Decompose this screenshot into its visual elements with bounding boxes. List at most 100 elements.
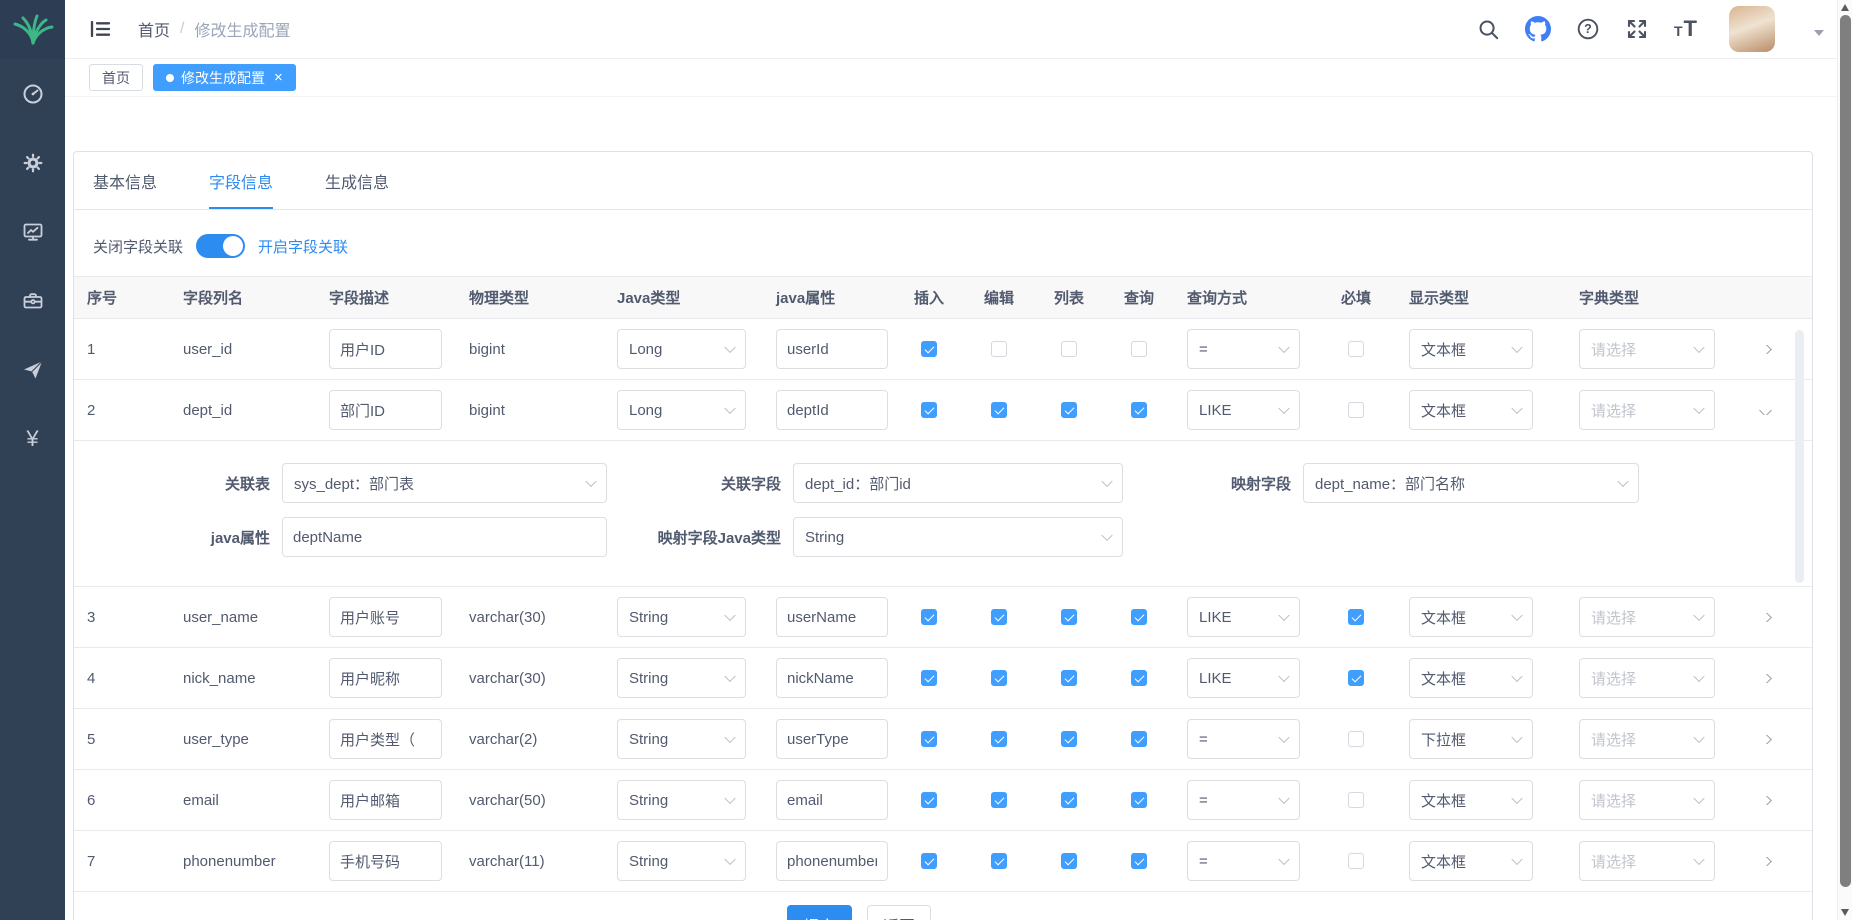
query-checkbox[interactable] (1131, 792, 1147, 808)
edit-checkbox[interactable] (991, 402, 1007, 418)
required-checkbox[interactable] (1348, 731, 1364, 747)
java-type-select[interactable]: String (617, 658, 746, 698)
mapping-java-type-select[interactable]: String (793, 517, 1123, 557)
java-type-select[interactable]: Long (617, 390, 746, 430)
field-desc-input[interactable] (329, 780, 442, 820)
query-checkbox[interactable] (1131, 402, 1147, 418)
java-type-select[interactable]: Long (617, 329, 746, 369)
expand-row-chevron-icon[interactable] (1759, 735, 1772, 744)
list-checkbox[interactable] (1061, 792, 1077, 808)
edit-checkbox[interactable] (991, 731, 1007, 747)
field-desc-input[interactable] (329, 658, 442, 698)
expand-row-chevron-icon[interactable] (1759, 345, 1772, 354)
field-desc-input[interactable] (329, 597, 442, 637)
required-checkbox[interactable] (1348, 853, 1364, 869)
sidebar-item-dashboard[interactable] (0, 59, 65, 128)
fullscreen-icon[interactable] (1625, 17, 1649, 41)
list-checkbox[interactable] (1061, 609, 1077, 625)
sidebar-item-system[interactable] (0, 128, 65, 197)
java-field-input[interactable] (776, 658, 888, 698)
caret-down-icon[interactable] (1814, 30, 1824, 41)
dict-type-select[interactable]: 请选择 (1579, 390, 1715, 430)
list-checkbox[interactable] (1061, 731, 1077, 747)
display-type-select[interactable]: 文本框 (1409, 390, 1533, 430)
query-type-select[interactable]: LIKE (1187, 658, 1300, 698)
field-desc-input[interactable] (329, 841, 442, 881)
query-type-select[interactable]: = (1187, 719, 1300, 759)
display-type-select[interactable]: 文本框 (1409, 597, 1533, 637)
java-field-input[interactable] (776, 597, 888, 637)
query-type-select[interactable]: = (1187, 841, 1300, 881)
github-icon[interactable] (1525, 16, 1551, 42)
sidebar-item-tools[interactable] (0, 266, 65, 335)
field-desc-input[interactable] (329, 329, 442, 369)
dict-type-select[interactable]: 请选择 (1579, 780, 1715, 820)
user-avatar[interactable] (1729, 6, 1775, 52)
app-logo[interactable] (0, 0, 65, 59)
expand-row-chevron-icon[interactable] (1759, 674, 1772, 683)
tag-home[interactable]: 首页 (89, 64, 143, 91)
edit-checkbox[interactable] (991, 792, 1007, 808)
expand-row-chevron-icon[interactable] (1759, 613, 1772, 622)
dict-type-select[interactable]: 请选择 (1579, 841, 1715, 881)
query-checkbox[interactable] (1131, 731, 1147, 747)
dict-type-select[interactable]: 请选择 (1579, 658, 1715, 698)
required-checkbox[interactable] (1348, 402, 1364, 418)
dict-type-select[interactable]: 请选择 (1579, 329, 1715, 369)
java-type-select[interactable]: String (617, 841, 746, 881)
display-type-select[interactable]: 文本框 (1409, 658, 1533, 698)
sidebar-item-monitor[interactable] (0, 197, 65, 266)
java-field-input[interactable] (776, 841, 888, 881)
breadcrumb-home[interactable]: 首页 (138, 17, 170, 41)
scrollbar-down-icon[interactable] (1841, 909, 1849, 916)
scrollbar-up-icon[interactable] (1841, 4, 1849, 11)
insert-checkbox[interactable] (921, 670, 937, 686)
back-button[interactable]: 返回 (867, 905, 931, 920)
table-inner-scrollbar-thumb[interactable] (1795, 330, 1804, 583)
close-tag-icon[interactable]: × (274, 70, 283, 85)
required-checkbox[interactable] (1348, 670, 1364, 686)
java-field-input[interactable] (776, 780, 888, 820)
field-desc-input[interactable] (329, 390, 442, 430)
query-checkbox[interactable] (1131, 609, 1147, 625)
display-type-select[interactable]: 文本框 (1409, 780, 1533, 820)
insert-checkbox[interactable] (921, 792, 937, 808)
required-checkbox[interactable] (1348, 341, 1364, 357)
edit-checkbox[interactable] (991, 670, 1007, 686)
java-field-input[interactable] (776, 329, 888, 369)
query-checkbox[interactable] (1131, 341, 1147, 357)
java-field-input[interactable] (776, 390, 888, 430)
query-type-select[interactable]: LIKE (1187, 597, 1300, 637)
field-desc-input[interactable] (329, 719, 442, 759)
submit-button[interactable]: 提交 (787, 905, 852, 920)
expand-row-chevron-icon[interactable] (1759, 406, 1772, 415)
mapping-java-attr-input[interactable] (282, 517, 607, 557)
relation-field-select[interactable]: dept_id：部门id (793, 463, 1123, 503)
insert-checkbox[interactable] (921, 341, 937, 357)
insert-checkbox[interactable] (921, 402, 937, 418)
sidebar-item-send[interactable] (0, 335, 65, 404)
font-size-icon[interactable]: TT (1674, 19, 1698, 39)
insert-checkbox[interactable] (921, 731, 937, 747)
dict-type-select[interactable]: 请选择 (1579, 719, 1715, 759)
sidebar-item-pay[interactable]: ¥ (0, 404, 65, 473)
list-checkbox[interactable] (1061, 670, 1077, 686)
expand-row-chevron-icon[interactable] (1759, 796, 1772, 805)
tab-field-info[interactable]: 字段信息 (209, 169, 273, 209)
dict-type-select[interactable]: 请选择 (1579, 597, 1715, 637)
expand-row-chevron-icon[interactable] (1759, 857, 1772, 866)
query-type-select[interactable]: = (1187, 329, 1300, 369)
search-icon[interactable] (1477, 18, 1500, 41)
list-checkbox[interactable] (1061, 341, 1077, 357)
menu-collapse-icon[interactable] (88, 17, 112, 41)
scrollbar-thumb[interactable] (1840, 15, 1851, 887)
required-checkbox[interactable] (1348, 792, 1364, 808)
display-type-select[interactable]: 下拉框 (1409, 719, 1533, 759)
insert-checkbox[interactable] (921, 609, 937, 625)
display-type-select[interactable]: 文本框 (1409, 329, 1533, 369)
query-type-select[interactable]: = (1187, 780, 1300, 820)
query-checkbox[interactable] (1131, 670, 1147, 686)
tag-edit-gen-config[interactable]: 修改生成配置 × (153, 64, 296, 91)
help-icon[interactable]: ? (1576, 17, 1600, 41)
edit-checkbox[interactable] (991, 853, 1007, 869)
